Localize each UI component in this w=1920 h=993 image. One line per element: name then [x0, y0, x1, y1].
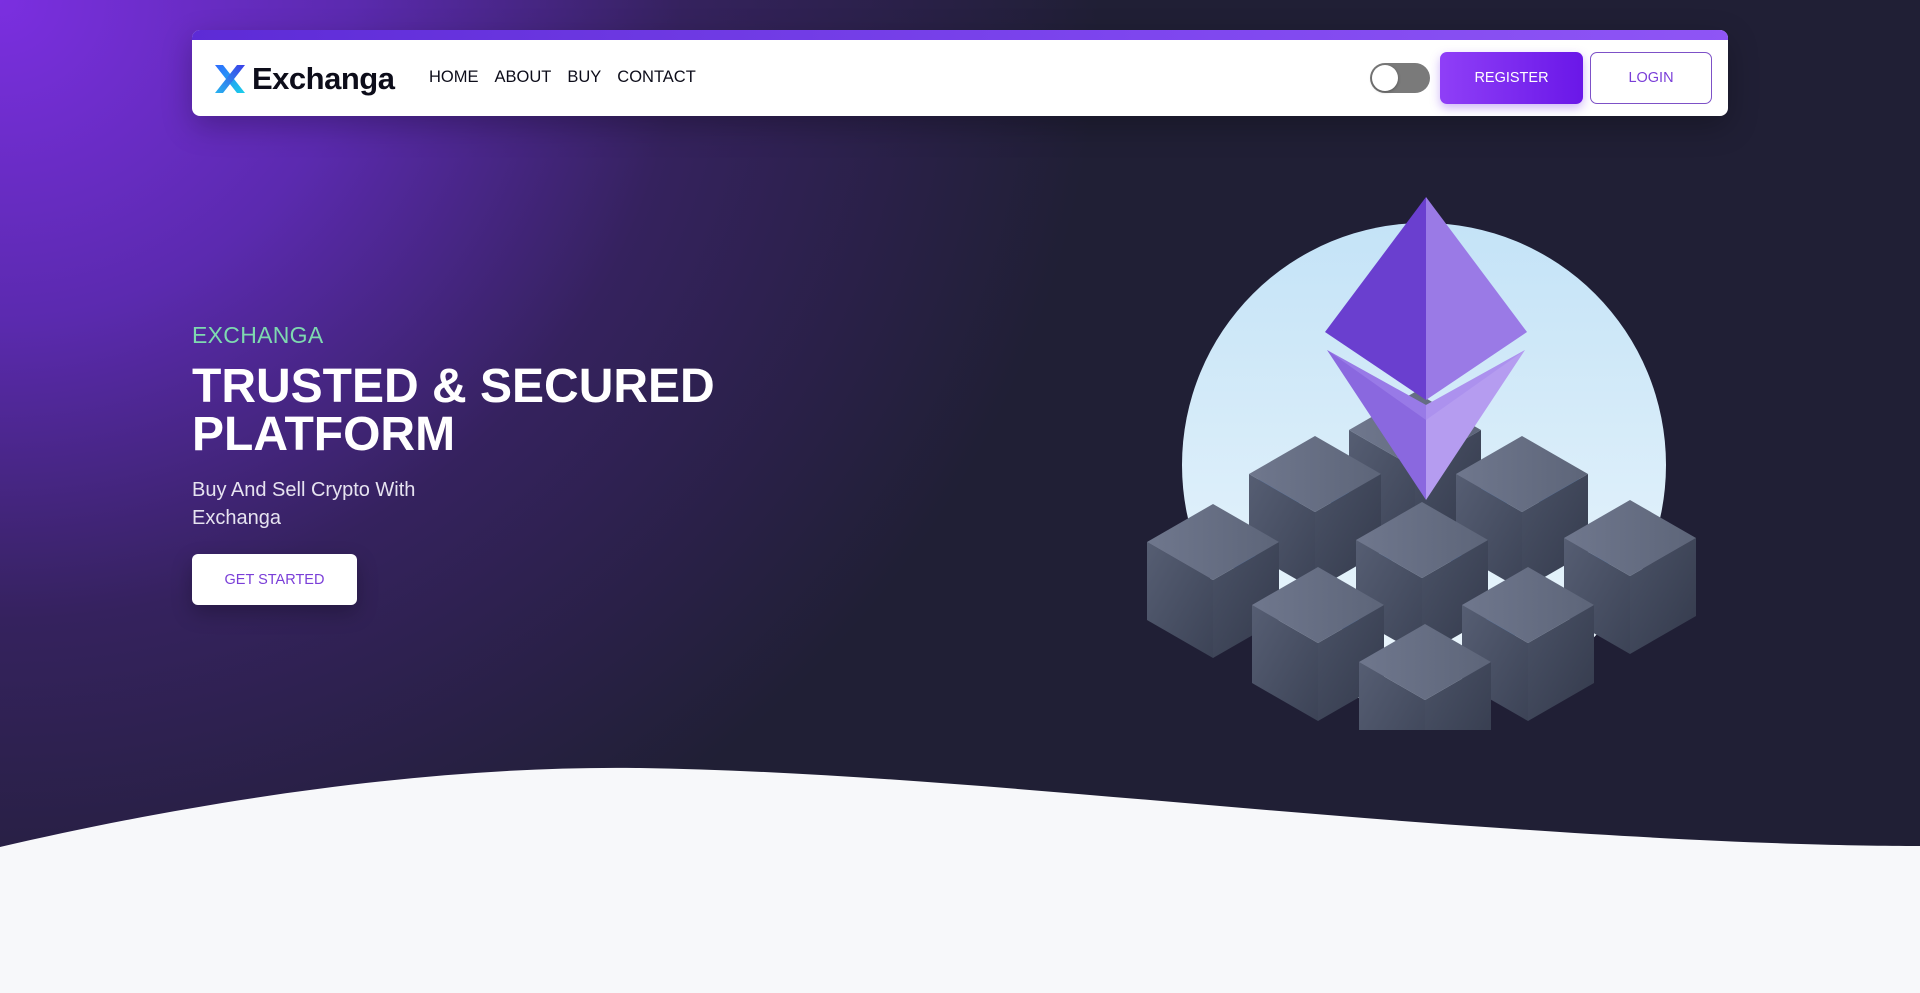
navbar-accent-strip — [192, 30, 1728, 40]
brand-name: Exchanga — [252, 61, 395, 96]
nav-link-contact[interactable]: CONTACT — [617, 68, 696, 87]
login-button[interactable]: LOGIN — [1590, 52, 1712, 104]
nav-link-buy[interactable]: BUY — [567, 68, 601, 87]
nav-link-home[interactable]: HOME — [429, 68, 479, 87]
hero-title: TRUSTED & SECURED PLATFORM — [192, 360, 715, 461]
get-started-button[interactable]: GET STARTED — [192, 554, 357, 605]
toggle-knob — [1372, 65, 1398, 91]
hero-subtitle: Buy And Sell Crypto With Exchanga — [192, 479, 416, 529]
nav-link-about[interactable]: ABOUT — [495, 68, 552, 87]
x-logo-icon — [215, 65, 245, 93]
ethereum-blockchain-icon — [1147, 197, 1696, 730]
register-button[interactable]: REGISTER — [1440, 52, 1583, 104]
nav-links: HOME ABOUT BUY CONTACT — [429, 68, 696, 87]
brand-logo[interactable]: Exchanga — [214, 59, 395, 99]
navbar: Exchanga HOME ABOUT BUY CONTACT REGISTER… — [192, 30, 1728, 116]
theme-toggle[interactable] — [1370, 63, 1430, 93]
hero-eyebrow: EXCHANGA — [192, 322, 324, 348]
